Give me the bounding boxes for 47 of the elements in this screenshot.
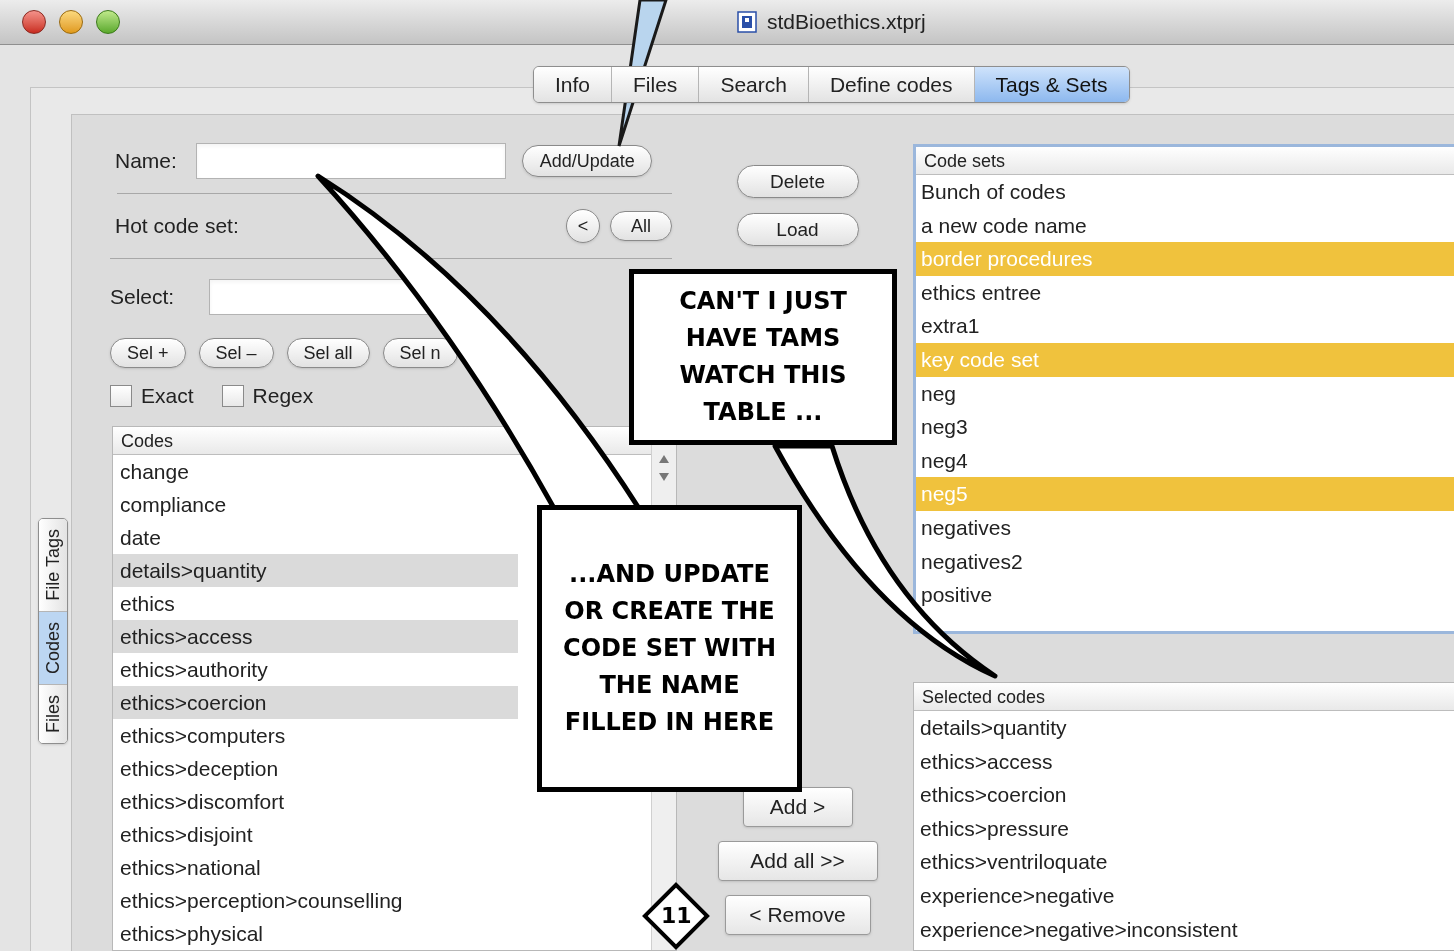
button[interactable]: Load [736,213,859,246]
button[interactable]: < Remove [724,895,871,935]
tab[interactable]: Files [612,67,700,102]
window-title: stdBioethics.xtprj [767,9,926,36]
tab[interactable]: Search [699,67,809,102]
button[interactable]: Add all >> [717,841,878,881]
arrow-down-icon[interactable] [658,470,670,483]
speech-balloon: CAN'T I JUST HAVE TAMS WATCH THIS TABLE ... [629,269,897,445]
button[interactable]: < [566,209,600,243]
side-tab[interactable]: File Tags [39,519,67,612]
button[interactable]: All [610,211,672,241]
tab[interactable]: Tags & Sets [974,67,1129,102]
list-row[interactable]: ethics>pressure [914,811,1454,846]
close-button[interactable] [22,10,46,34]
button[interactable]: Sel n [382,338,458,368]
list-row[interactable]: ethics>ventriloquate [914,845,1454,879]
side-tab[interactable]: Files [39,684,67,743]
button[interactable]: Sel all [286,338,370,368]
tab[interactable]: Define codes [808,67,975,102]
list-row[interactable]: ethics>access [113,619,518,653]
button[interactable]: Add > [742,787,853,827]
zoom-button[interactable] [96,10,120,34]
side-tab[interactable]: Codes [39,611,67,685]
checkbox-label: Exact [141,383,194,409]
document-icon [737,11,757,33]
list-row[interactable]: ethics>access [914,744,1454,779]
list-row[interactable]: experience>negative>inconsistent [914,912,1454,947]
add-update-button[interactable]: Add/Update [522,145,652,177]
list-row[interactable]: ethics>coercion [914,778,1454,812]
field-label: Name: [114,148,178,175]
checkbox[interactable] [110,384,132,407]
select-field[interactable] [209,279,431,315]
field-label: Select: [110,284,176,311]
button[interactable]: Sel – [198,338,274,368]
button[interactable]: Delete [736,165,859,198]
checkbox[interactable] [221,384,244,407]
name-field[interactable] [196,143,507,179]
list-row[interactable]: details>quantity [113,553,518,587]
speech-balloon: ...AND UPDATE OR CREATE THE CODE SET WITH THE NAME FILLED IN HERE [537,505,802,792]
checkbox-label: Regex [252,383,314,409]
tab[interactable]: Info [534,67,613,102]
minimize-button[interactable] [59,10,83,34]
list-row[interactable]: ethics>coercion [113,685,518,719]
list-row[interactable]: experience>negative [914,878,1454,913]
list-row[interactable]: details>quantity [914,711,1454,745]
field-label: Hot code set: [114,213,239,240]
button[interactable]: Sel + [110,338,186,368]
